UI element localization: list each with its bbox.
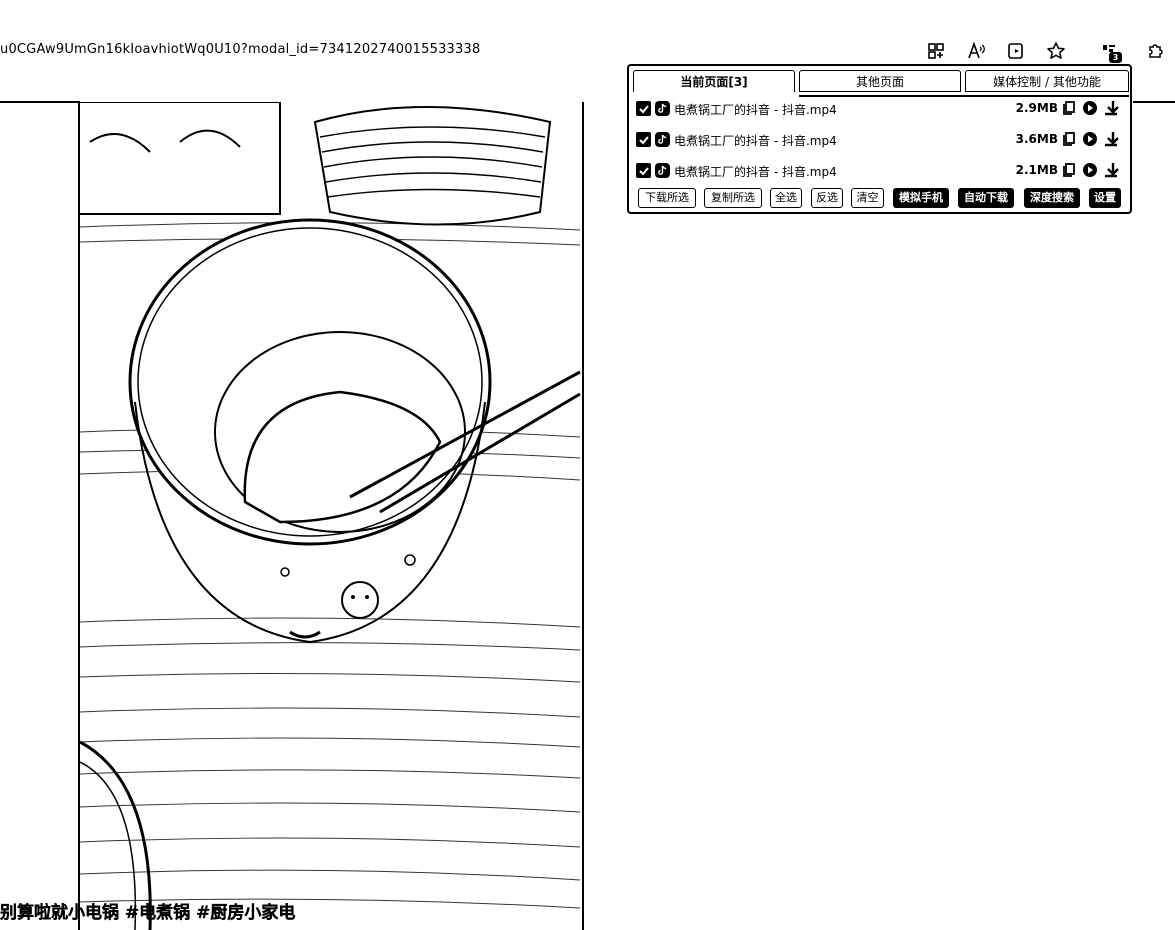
media-downloader-popup: 当前页面[3] 其他页面 媒体控制 / 其他功能 电煮锅工厂的抖音 - 抖音.m… xyxy=(627,64,1132,214)
auto-download-button[interactable]: 自动下载 xyxy=(958,188,1014,208)
clear-button[interactable]: 清空 xyxy=(851,188,884,208)
file-size: 3.6MB xyxy=(1015,132,1058,146)
tiktok-icon xyxy=(655,132,670,147)
download-icon[interactable] xyxy=(1102,99,1120,117)
popup-action-bar: 下载所选 复制所选 全选 反选 清空 模拟手机 自动下载 深度搜索 设置 xyxy=(638,188,1128,210)
deep-search-button[interactable]: 深度搜索 xyxy=(1024,188,1080,208)
select-checkbox[interactable] xyxy=(636,163,651,178)
list-item: 电煮锅工厂的抖音 - 抖音.mp4 3.6MB xyxy=(636,130,1128,152)
copy-link-icon[interactable] xyxy=(1060,99,1078,117)
play-preview-icon[interactable] xyxy=(1081,130,1099,148)
file-name[interactable]: 电煮锅工厂的抖音 - 抖音.mp4 xyxy=(674,163,837,180)
list-item: 电煮锅工厂的抖音 - 抖音.mp4 2.1MB xyxy=(636,161,1128,183)
extension-badge: 3 xyxy=(1109,52,1122,63)
immersive-reader-icon[interactable] xyxy=(1003,38,1029,64)
extensions-puzzle-icon[interactable] xyxy=(1142,38,1168,64)
popup-tabs: 当前页面[3] 其他页面 媒体控制 / 其他功能 xyxy=(633,70,1129,97)
copy-selected-button[interactable]: 复制所选 xyxy=(704,188,762,208)
download-selected-button[interactable]: 下载所选 xyxy=(638,188,696,208)
select-all-button[interactable]: 全选 xyxy=(770,188,802,208)
tab-media-control[interactable]: 媒体控制 / 其他功能 xyxy=(965,70,1129,92)
extension-icon[interactable]: 3 xyxy=(1097,38,1123,64)
list-item: 电煮锅工厂的抖音 - 抖音.mp4 2.9MB xyxy=(636,99,1128,121)
video-caption: 别算啦就小电锅 #电煮锅 #厨房小家电 xyxy=(0,903,296,923)
settings-button[interactable]: 设置 xyxy=(1089,188,1121,208)
tab-underline xyxy=(799,95,1129,97)
copy-link-icon[interactable] xyxy=(1060,130,1078,148)
select-checkbox[interactable] xyxy=(636,132,651,147)
page-divider-left xyxy=(0,101,80,103)
select-checkbox[interactable] xyxy=(636,101,651,116)
play-preview-icon[interactable] xyxy=(1081,161,1099,179)
simulate-phone-button[interactable]: 模拟手机 xyxy=(893,188,949,208)
tiktok-icon xyxy=(655,163,670,178)
favorite-star-icon[interactable] xyxy=(1043,38,1069,64)
copy-link-icon[interactable] xyxy=(1060,161,1078,179)
tiktok-icon xyxy=(655,101,670,116)
tab-current-page[interactable]: 当前页面[3] xyxy=(633,70,795,92)
play-preview-icon[interactable] xyxy=(1081,99,1099,117)
video-frame-image xyxy=(80,102,581,930)
page-divider-right xyxy=(1133,101,1175,103)
split-screen-icon[interactable] xyxy=(923,38,949,64)
file-name[interactable]: 电煮锅工厂的抖音 - 抖音.mp4 xyxy=(674,132,837,149)
address-bar-url[interactable]: u0CGAw9UmGn16kIoavhiotWq0U10?modal_id=73… xyxy=(0,42,480,57)
video-player[interactable] xyxy=(78,102,584,930)
read-aloud-icon[interactable] xyxy=(963,38,989,64)
file-size: 2.1MB xyxy=(1015,163,1058,177)
tab-other-pages[interactable]: 其他页面 xyxy=(799,70,961,92)
download-icon[interactable] xyxy=(1102,161,1120,179)
download-icon[interactable] xyxy=(1102,130,1120,148)
file-name[interactable]: 电煮锅工厂的抖音 - 抖音.mp4 xyxy=(674,101,837,118)
invert-selection-button[interactable]: 反选 xyxy=(811,188,843,208)
file-size: 2.9MB xyxy=(1015,101,1058,115)
